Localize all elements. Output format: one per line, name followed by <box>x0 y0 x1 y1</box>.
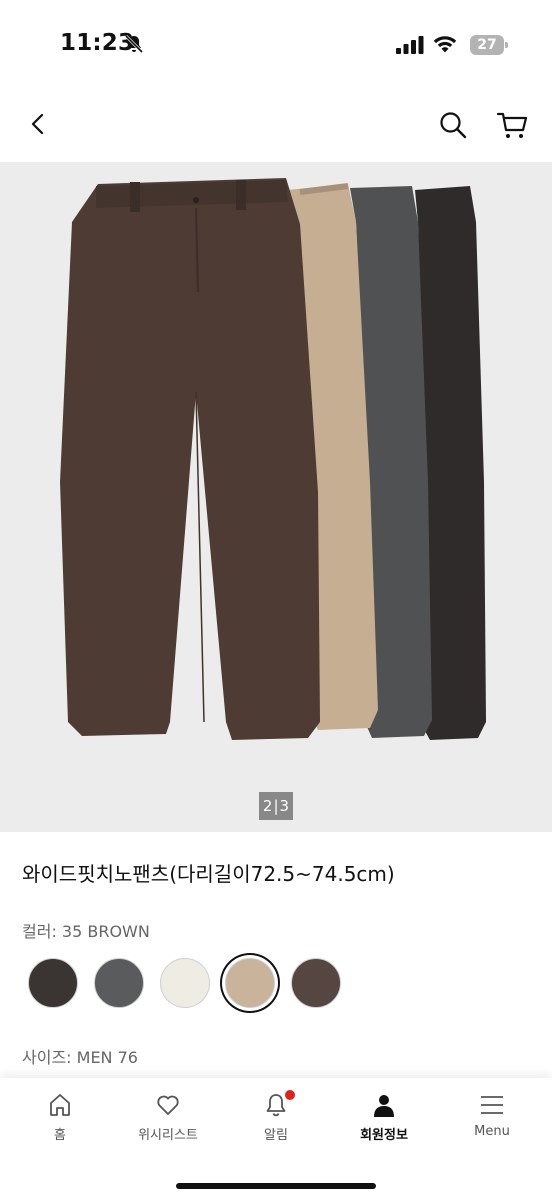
bell-off-icon <box>124 34 144 54</box>
battery-level: 27 <box>477 37 497 53</box>
tab-label-member-info: 회원정보 <box>360 1128 408 1143</box>
top-nav <box>0 92 552 162</box>
battery-indicator: 27 <box>470 35 508 55</box>
size-label: 사이즈: MEN 76 <box>22 1048 138 1067</box>
color-label: 컬러: 35 BROWN <box>22 922 150 941</box>
tab-label-wishlist: 위시리스트 <box>138 1128 198 1143</box>
menu-icon <box>481 1096 503 1114</box>
pants-illustration <box>60 178 486 740</box>
home-icon <box>50 1094 70 1116</box>
person-icon <box>374 1095 394 1117</box>
search-icon[interactable] <box>438 110 468 140</box>
image-pager: 2 | 3 <box>259 792 293 820</box>
product-image[interactable]: 2 | 3 <box>0 162 552 832</box>
bottom-tab-bar: 홈 위시리스트 알림 회원정보 Menu <box>0 1078 552 1200</box>
tab-notifications[interactable]: 알림 <box>221 1090 331 1152</box>
color-swatch-brown[interactable] <box>291 958 341 1008</box>
color-swatch-gray[interactable] <box>94 958 144 1008</box>
cart-icon[interactable] <box>496 110 528 140</box>
heart-icon <box>157 1095 179 1115</box>
brown-pants <box>60 178 320 740</box>
home-indicator <box>176 1183 376 1189</box>
back-chevron-icon[interactable] <box>24 110 52 138</box>
tab-label-notifications: 알림 <box>264 1128 288 1143</box>
status-bar: 11:23 27 <box>0 0 552 92</box>
color-swatch-black[interactable] <box>28 958 78 1008</box>
tab-label-home: 홈 <box>54 1128 66 1143</box>
notification-badge <box>285 1090 295 1100</box>
color-swatch-beige[interactable] <box>225 958 275 1008</box>
tab-wishlist[interactable]: 위시리스트 <box>113 1092 223 1152</box>
pager-current: 2 <box>262 797 273 815</box>
pager-total: 3 <box>279 797 290 815</box>
color-swatch-off-white[interactable] <box>160 958 210 1008</box>
tab-member-info[interactable]: 회원정보 <box>329 1092 439 1152</box>
tab-label-menu: Menu <box>474 1124 510 1139</box>
wifi-icon <box>433 36 457 53</box>
tab-home[interactable]: 홈 <box>5 1092 115 1152</box>
tab-menu[interactable]: Menu <box>437 1092 547 1152</box>
product-title: 와이드핏치노팬츠(다리길이72.5~74.5cm) <box>22 862 395 886</box>
signal-icon <box>396 36 424 54</box>
